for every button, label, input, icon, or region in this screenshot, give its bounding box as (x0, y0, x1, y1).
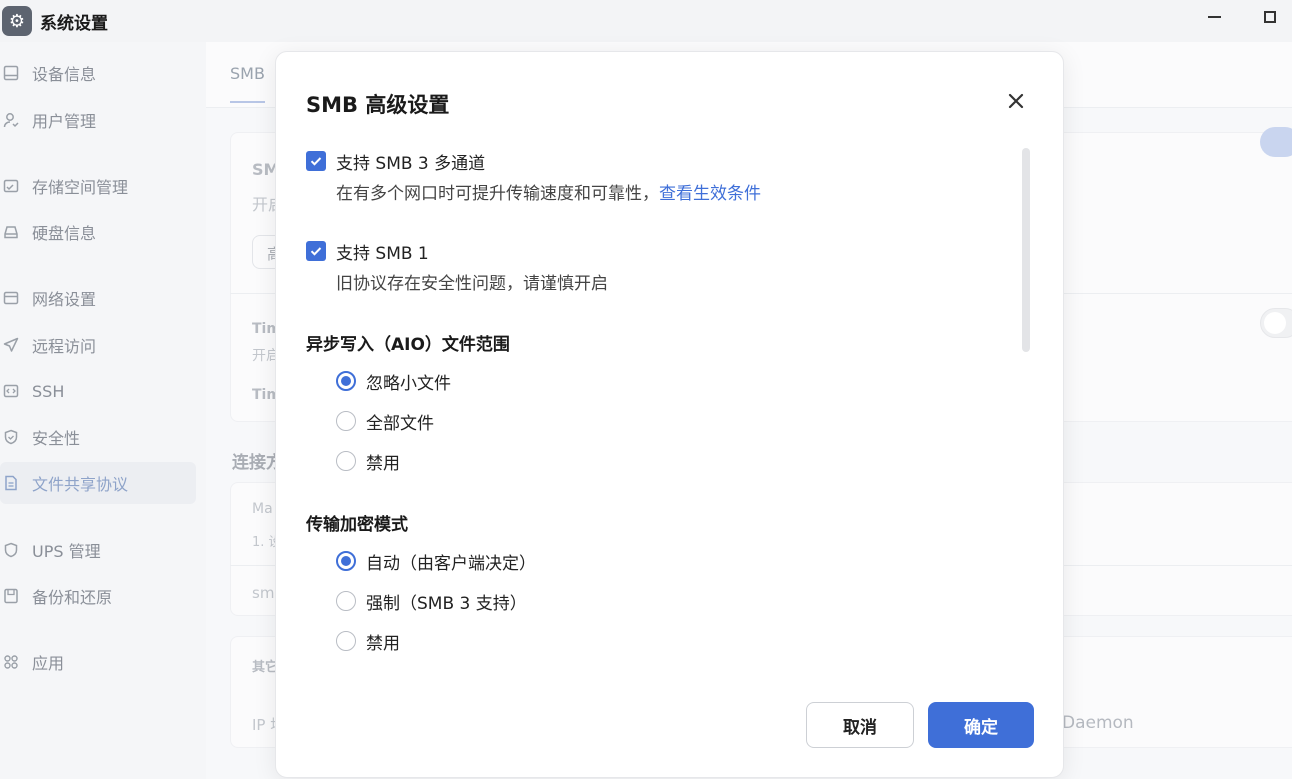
sidebar-item-disk-info[interactable]: 硬盘信息 (0, 211, 196, 253)
sidebar-item-label: 硬盘信息 (32, 224, 97, 243)
smb1-checkbox[interactable] (306, 241, 326, 261)
sidebar-item-storage[interactable]: 存储空间管理 (0, 165, 196, 207)
time-machine-toggle[interactable] (1260, 308, 1292, 338)
smb1-desc: 旧协议存在安全性问题，请谨慎开启 (336, 274, 608, 294)
daemon-text: Daemon (1062, 713, 1134, 733)
minimize-button[interactable] (1200, 6, 1228, 28)
sidebar-item-backup[interactable]: 备份和还原 (0, 575, 196, 617)
sidebar-item-user-management[interactable]: 用户管理 (0, 99, 196, 141)
dialog-title: SMB 高级设置 (306, 93, 450, 117)
sidebar-item-label: UPS 管理 (32, 542, 101, 561)
aio-radio-all-files[interactable] (336, 411, 356, 431)
close-button[interactable] (1004, 89, 1028, 113)
shield-icon (2, 541, 20, 559)
backup-icon (2, 587, 20, 605)
smb-toggle[interactable] (1260, 127, 1292, 157)
tab-smb[interactable]: SMB (230, 64, 265, 103)
confirm-button[interactable]: 确定 (928, 702, 1034, 748)
title-bar: ⚙ 系统设置 (0, 0, 1292, 42)
max-connections-label: Ma (252, 501, 273, 517)
window-title: 系统设置 (40, 13, 108, 34)
network-icon (2, 289, 20, 307)
aio-option-label[interactable]: 禁用 (366, 449, 400, 474)
cancel-button[interactable]: 取消 (806, 702, 914, 748)
encryption-option-label[interactable]: 禁用 (366, 629, 400, 654)
aio-radio-ignore-small[interactable] (336, 371, 356, 391)
smb3-multichannel-checkbox[interactable] (306, 151, 326, 171)
sidebar-item-device-info[interactable]: 设备信息 (0, 52, 196, 94)
sidebar-item-network[interactable]: 网络设置 (0, 277, 196, 319)
encryption-option-label[interactable]: 自动（由客户端决定） (366, 549, 536, 574)
aio-section-title: 异步写入（AIO）文件范围 (306, 335, 510, 355)
close-icon (1008, 93, 1024, 109)
sidebar-item-label: 远程访问 (32, 337, 97, 356)
smb3-multichannel-desc: 在有多个网口时可提升传输速度和可靠性，查看生效条件 (336, 179, 761, 204)
aio-radio-disabled[interactable] (336, 451, 356, 471)
encryption-section-title: 传输加密模式 (306, 515, 408, 535)
sidebar-item-label: SSH (32, 381, 65, 401)
disk-icon (2, 223, 20, 241)
checkmark-icon (310, 157, 322, 166)
sidebar-item-label: 存储空间管理 (32, 178, 129, 197)
shield-check-icon (2, 428, 20, 446)
user-icon (2, 111, 20, 129)
sidebar-item-ssh[interactable]: SSH (0, 370, 196, 412)
apps-icon (2, 653, 20, 671)
sidebar-item-label: 网络设置 (32, 290, 97, 309)
minimize-icon (1207, 16, 1221, 18)
sidebar: 设备信息 用户管理 存储空间管理 硬盘信息 网络设置 远程访问 SSH 安全性 … (0, 42, 206, 779)
sidebar-item-label: 安全性 (32, 429, 81, 448)
sidebar-item-label: 文件共享协议 (32, 475, 129, 494)
sidebar-item-label: 用户管理 (32, 112, 97, 131)
maximize-icon (1264, 11, 1276, 23)
sidebar-item-label: 应用 (32, 654, 65, 673)
monitor-icon (2, 64, 20, 82)
view-conditions-link[interactable]: 查看生效条件 (659, 184, 761, 204)
storage-icon (2, 177, 20, 195)
gear-icon: ⚙ (2, 6, 32, 36)
smb-advanced-settings-dialog: SMB 高级设置 支持 SMB 3 多通道 在有多个网口时可提升传输速度和可靠性… (275, 51, 1064, 778)
encryption-option-label[interactable]: 强制（SMB 3 支持） (366, 589, 527, 614)
sidebar-item-security[interactable]: 安全性 (0, 416, 196, 458)
smb1-label[interactable]: 支持 SMB 1 (336, 239, 429, 264)
encryption-radio-force[interactable] (336, 591, 356, 611)
smb3-multichannel-desc-text: 在有多个网口时可提升传输速度和可靠性， (336, 184, 659, 204)
maximize-button[interactable] (1256, 6, 1284, 28)
smb-row-label: sm (252, 584, 275, 602)
code-icon (2, 382, 20, 400)
smb3-multichannel-label[interactable]: 支持 SMB 3 多通道 (336, 149, 485, 174)
aio-option-label[interactable]: 忽略小文件 (366, 369, 451, 394)
encryption-radio-auto[interactable] (336, 551, 356, 571)
aio-option-label[interactable]: 全部文件 (366, 409, 434, 434)
sidebar-item-file-sharing[interactable]: 文件共享协议 (0, 462, 196, 504)
sidebar-item-label: 备份和还原 (32, 588, 113, 607)
dialog-scrollbar[interactable] (1022, 148, 1030, 352)
checkmark-icon (310, 247, 322, 256)
document-icon (2, 474, 20, 492)
sidebar-item-label: 设备信息 (32, 65, 97, 84)
sidebar-item-apps[interactable]: 应用 (0, 641, 196, 683)
sidebar-item-remote-access[interactable]: 远程访问 (0, 324, 196, 366)
sidebar-item-ups[interactable]: UPS 管理 (0, 529, 196, 571)
encryption-radio-disabled[interactable] (336, 631, 356, 651)
send-icon (2, 336, 20, 354)
